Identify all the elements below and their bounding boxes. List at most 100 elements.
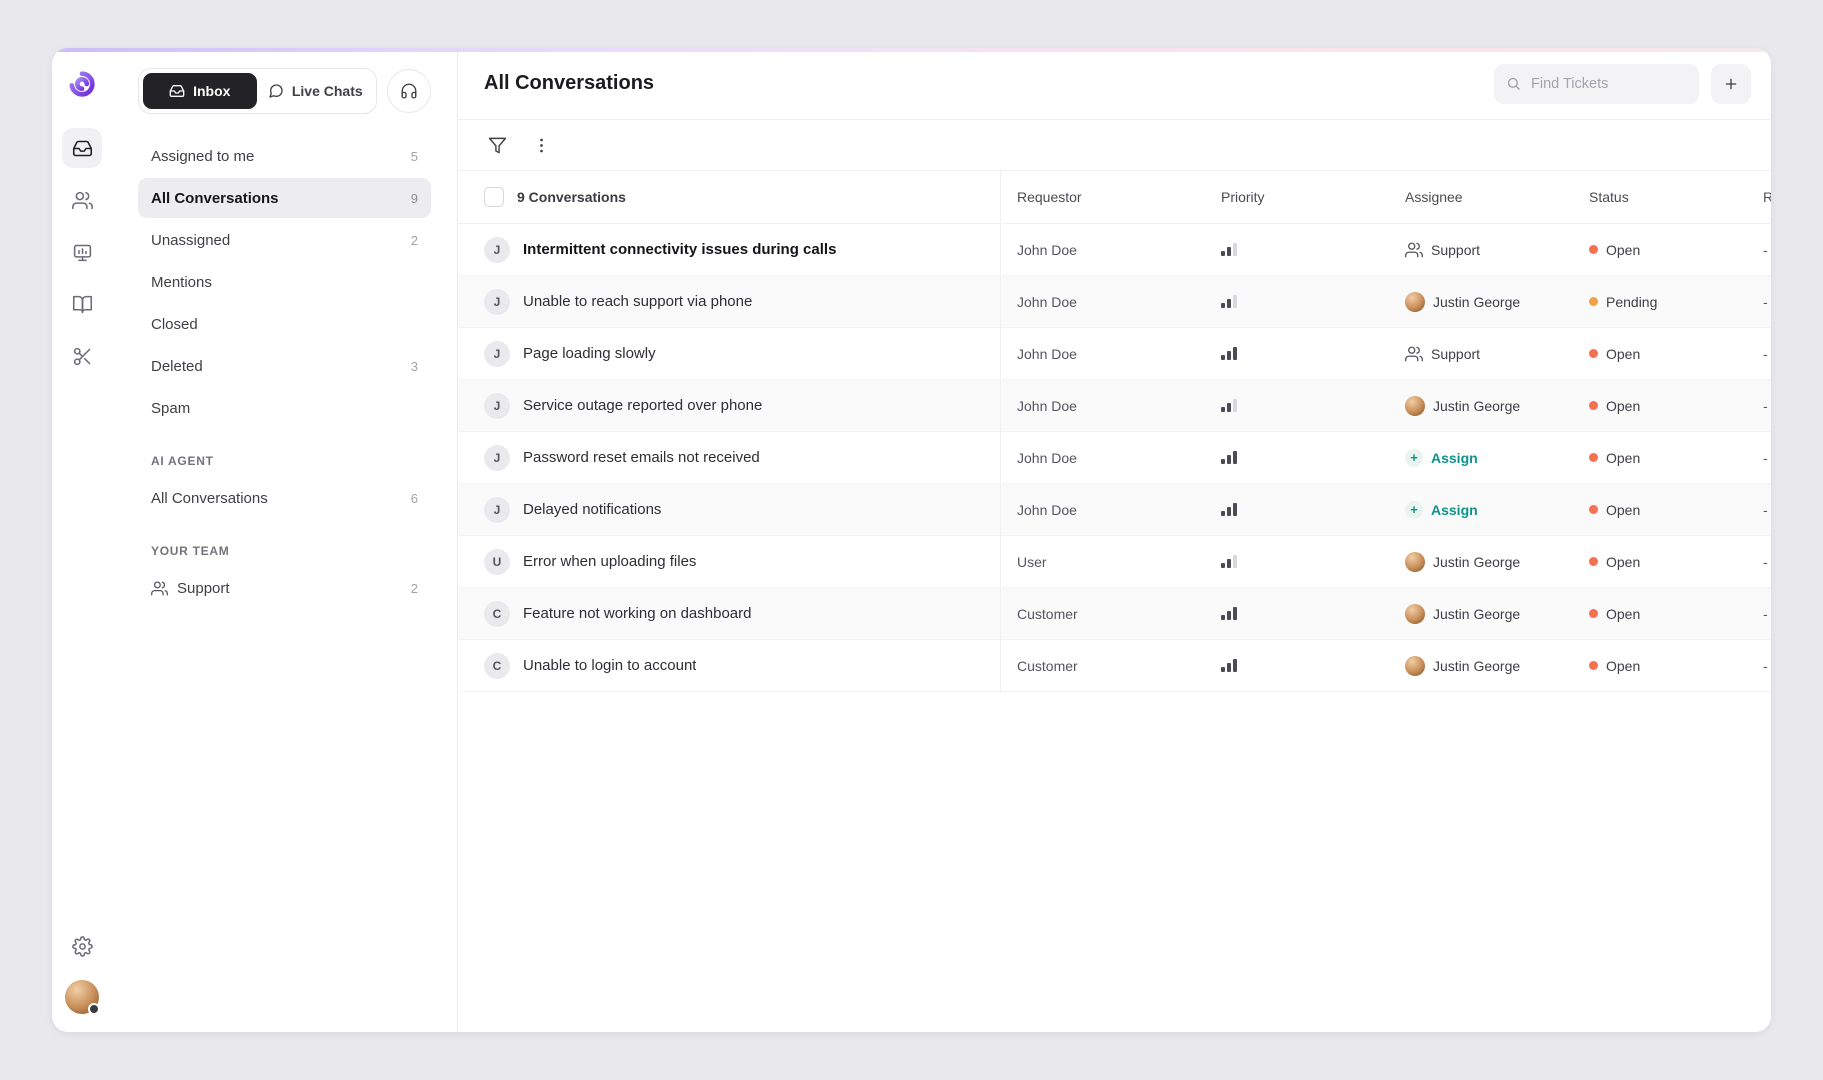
row-avatar: J: [484, 341, 510, 367]
user-avatar[interactable]: [65, 980, 99, 1014]
table-row[interactable]: J Password reset emails not received Joh…: [458, 432, 1771, 484]
sidebar-item-label: All Conversations: [151, 190, 279, 207]
sidebar-item-label: Spam: [151, 400, 190, 417]
reports-icon: [72, 242, 93, 263]
new-ticket-button[interactable]: [1711, 64, 1751, 104]
assignee-name: Support: [1431, 346, 1480, 362]
app-logo[interactable]: [66, 68, 98, 100]
row-avatar: J: [484, 497, 510, 523]
row-avatar: J: [484, 289, 510, 315]
assignee-user: Justin George: [1405, 656, 1520, 676]
select-all-checkbox[interactable]: [484, 187, 504, 207]
row-avatar: C: [484, 601, 510, 627]
table-row[interactable]: J Intermittent connectivity issues durin…: [458, 224, 1771, 276]
status-label: Pending: [1606, 294, 1657, 310]
main-panel: All Conversations: [458, 48, 1771, 1032]
tab-live-chats[interactable]: Live Chats: [259, 73, 373, 109]
rail-reports-button[interactable]: [62, 232, 102, 272]
sidebar-item-label: Support: [177, 580, 230, 597]
assignee-cell[interactable]: + Assign: [1389, 432, 1573, 483]
header-actions: [1494, 64, 1751, 104]
assignee-cell[interactable]: Support +: [1389, 328, 1573, 379]
sidebar-item-support[interactable]: Support 2: [138, 568, 431, 608]
table-row[interactable]: J Service outage reported over phone Joh…: [458, 380, 1771, 432]
conversation-title: Unable to login to account: [523, 657, 696, 674]
assignee-name: Justin George: [1433, 606, 1520, 622]
sidebar-item-assigned-to-me[interactable]: Assigned to me 5: [138, 136, 431, 176]
search-box[interactable]: [1494, 64, 1699, 104]
assignee-avatar: [1405, 604, 1425, 624]
conversation-title: Feature not working on dashboard: [523, 605, 751, 622]
table-row[interactable]: J Unable to reach support via phone John…: [458, 276, 1771, 328]
sidebar-item-deleted[interactable]: Deleted 3: [138, 346, 431, 386]
row-avatar: J: [484, 393, 510, 419]
sidebar-item-all-conversations[interactable]: All Conversations 6: [138, 478, 431, 518]
rail-bottom: [62, 926, 102, 1014]
table-row[interactable]: J Page loading slowly John Doe Support +: [458, 328, 1771, 380]
search-icon: [1506, 76, 1521, 91]
priority-bars-icon: [1221, 347, 1237, 360]
conversations-count: 9 Conversations: [517, 189, 626, 205]
assignee-cell[interactable]: + Assign: [1389, 484, 1573, 535]
status-label: Open: [1606, 398, 1640, 414]
contacts-icon: [72, 190, 93, 211]
sidebar-item-label: Mentions: [151, 274, 212, 291]
sidebar-item-unassigned[interactable]: Unassigned 2: [138, 220, 431, 260]
sidebar-item-count: 6: [411, 491, 418, 506]
resolution-cell: -: [1759, 380, 1771, 431]
sidebar-list: Assigned to me 5 All Conversations 9 Una…: [138, 136, 431, 428]
assignee-cell[interactable]: Justin George +: [1389, 276, 1573, 327]
sidebar-item-closed[interactable]: Closed: [138, 304, 431, 344]
status-label: Open: [1606, 346, 1640, 362]
requestor-name: Customer: [1017, 606, 1078, 622]
rail-inbox-button[interactable]: [62, 128, 102, 168]
status-label: Open: [1606, 606, 1640, 622]
agent-headset-button[interactable]: [387, 69, 431, 113]
assignee-cell[interactable]: Justin George +: [1389, 380, 1573, 431]
column-requestor: Requestor: [1001, 189, 1205, 205]
tools-icon: [72, 346, 93, 367]
headset-icon: [400, 82, 418, 100]
rail-knowledge-base-button[interactable]: [62, 284, 102, 324]
status-dot: [1589, 557, 1598, 566]
sidebar-item-count: 2: [411, 233, 418, 248]
filter-button[interactable]: [485, 133, 509, 157]
app-window: Inbox Live Chats: [52, 48, 1771, 1032]
tab-inbox[interactable]: Inbox: [143, 73, 257, 109]
column-priority: Priority: [1205, 189, 1389, 205]
status-label: Open: [1606, 502, 1640, 518]
assignee-user: Justin George: [1405, 604, 1520, 624]
more-options-button[interactable]: [529, 133, 553, 157]
assignee-cell[interactable]: Justin George +: [1389, 640, 1573, 691]
status-cell: Open: [1573, 380, 1759, 431]
conversation-title: Service outage reported over phone: [523, 397, 762, 414]
status-cell: Open: [1573, 640, 1759, 691]
resolution-cell: -: [1759, 328, 1771, 379]
table-row[interactable]: C Feature not working on dashboard Custo…: [458, 588, 1771, 640]
assignee-cell[interactable]: Justin George +: [1389, 536, 1573, 587]
assignee-assign[interactable]: + Assign: [1405, 449, 1478, 467]
priority-bars-icon: [1221, 295, 1237, 308]
row-avatar: U: [484, 549, 510, 575]
search-input[interactable]: [1529, 75, 1687, 93]
plus-icon: [1723, 76, 1739, 92]
column-status: Status: [1573, 189, 1759, 205]
settings-button[interactable]: [62, 926, 102, 966]
status-cell: Open: [1573, 432, 1759, 483]
assignee-cell[interactable]: Support +: [1389, 224, 1573, 275]
priority-bars-icon: [1221, 555, 1237, 568]
team-icon: [1405, 345, 1423, 363]
sidebar-item-spam[interactable]: Spam: [138, 388, 431, 428]
sidebar-item-all-conversations[interactable]: All Conversations 9: [138, 178, 431, 218]
table-row[interactable]: J Delayed notifications John Doe + Assig…: [458, 484, 1771, 536]
book-icon: [72, 294, 93, 315]
status-dot: [1589, 609, 1598, 618]
assignee-assign[interactable]: + Assign: [1405, 501, 1478, 519]
table-row[interactable]: C Unable to login to account Customer Ju…: [458, 640, 1771, 692]
assignee-name: Justin George: [1433, 658, 1520, 674]
table-row[interactable]: U Error when uploading files User Justin…: [458, 536, 1771, 588]
rail-contacts-button[interactable]: [62, 180, 102, 220]
assignee-cell[interactable]: Justin George +: [1389, 588, 1573, 639]
sidebar-item-mentions[interactable]: Mentions: [138, 262, 431, 302]
rail-tools-button[interactable]: [62, 336, 102, 376]
